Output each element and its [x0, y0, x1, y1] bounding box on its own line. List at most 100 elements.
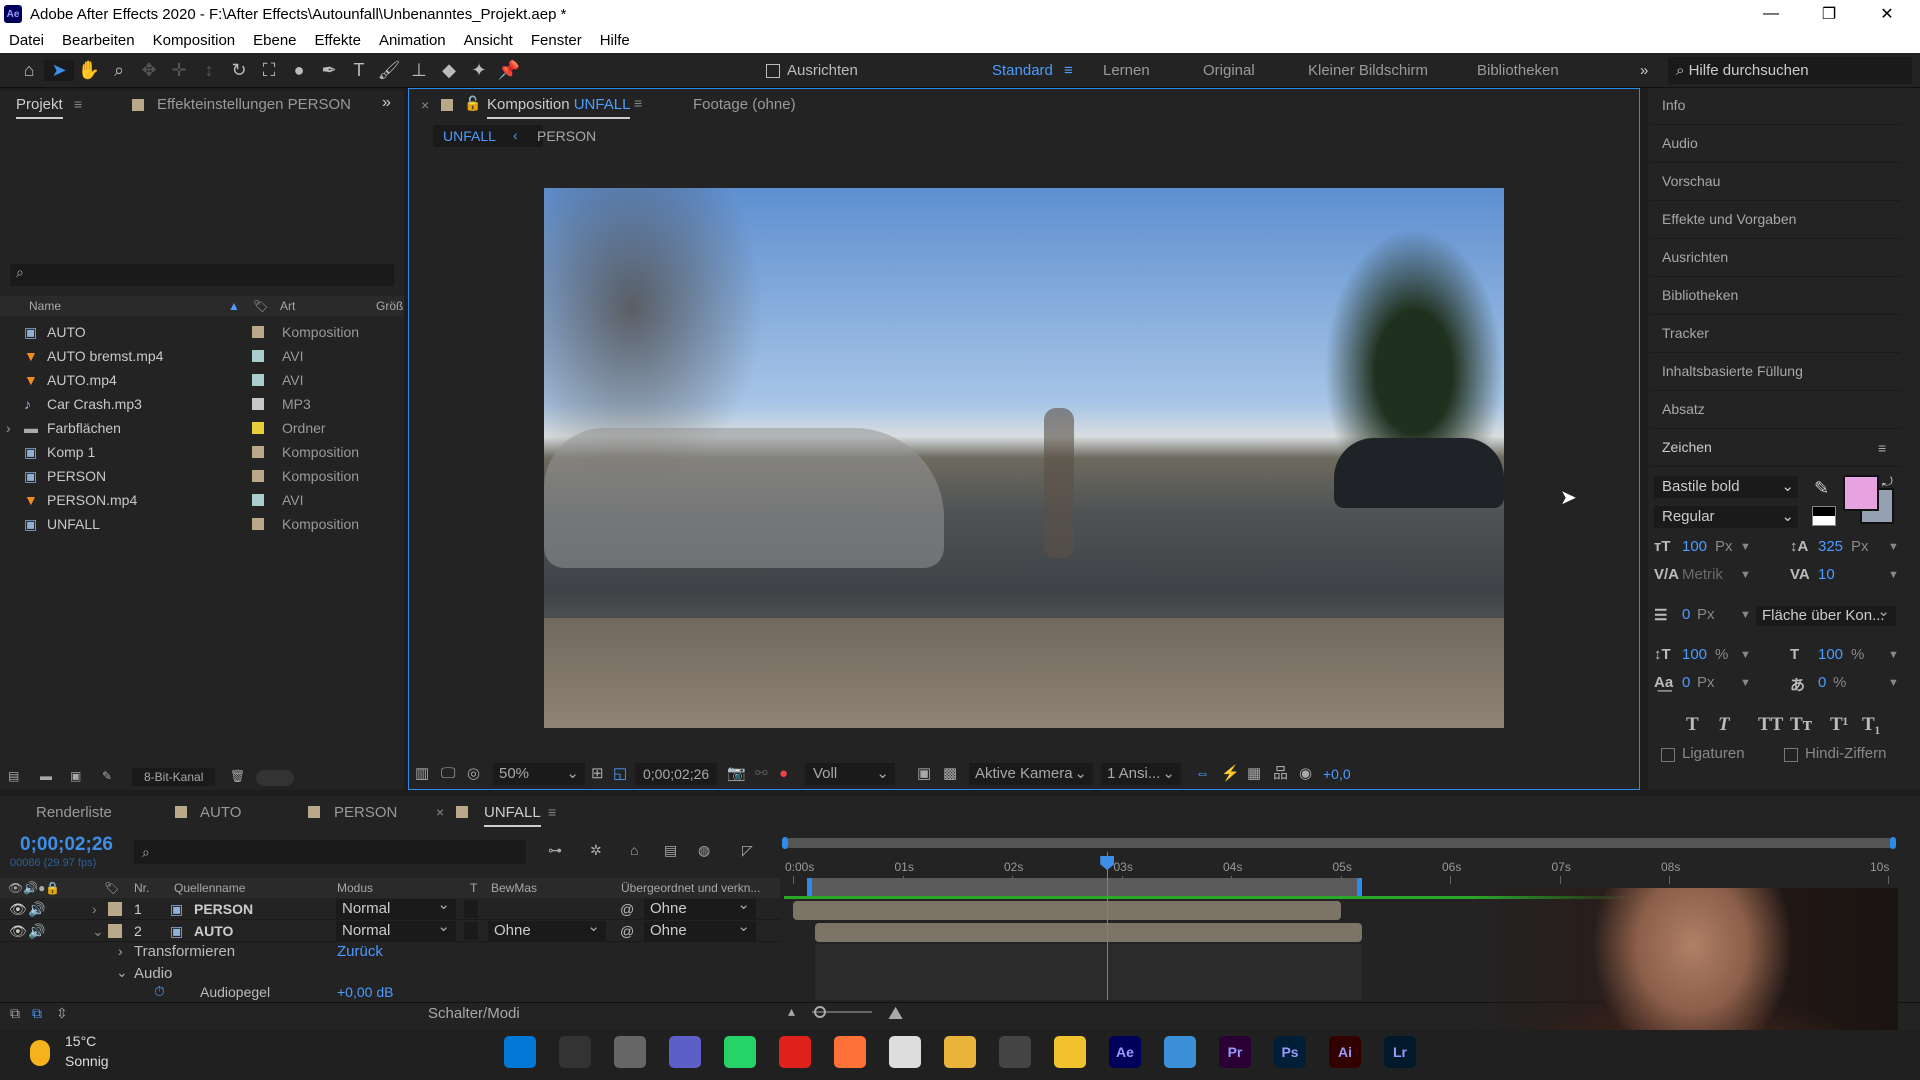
taskbar-app-6[interactable]: [834, 1036, 866, 1068]
navigator-end-handle[interactable]: [1890, 837, 1896, 849]
close-tab-icon[interactable]: ×: [421, 97, 429, 113]
hand-tool-icon[interactable]: ✋: [74, 60, 104, 81]
home-icon[interactable]: ⌂: [14, 60, 44, 81]
composition-flowchart-icon[interactable]: ⊶: [548, 842, 562, 859]
tab-composition[interactable]: Komposition UNFALL: [487, 96, 631, 119]
menu-fenster[interactable]: Fenster: [522, 32, 591, 49]
hindi-digits-checkbox[interactable]: [1784, 748, 1798, 762]
ligatures-checkbox[interactable]: [1661, 748, 1675, 762]
dropdown-arrow-icon[interactable]: ▼: [1740, 541, 1751, 553]
panel-section-5[interactable]: Bibliotheken: [1662, 287, 1738, 303]
label-color-swatch[interactable]: [252, 398, 264, 410]
panel-menu-icon[interactable]: ≡: [634, 95, 642, 111]
grid-icon[interactable]: ⊞: [591, 759, 604, 789]
show-snapshot-icon[interactable]: ⚯: [755, 759, 768, 789]
label-color-swatch[interactable]: [252, 518, 264, 530]
weather-condition[interactable]: Sonnig: [65, 1053, 109, 1069]
track-matte-dropdown[interactable]: Ohne: [488, 917, 606, 941]
project-item[interactable]: ▼ AUTO.mp4 AVI: [0, 368, 400, 392]
restore-button[interactable]: ❐: [1800, 0, 1858, 28]
ellipse-tool-icon[interactable]: ●: [284, 60, 314, 81]
stroke-mode-dropdown[interactable]: Fläche über Kon...: [1756, 602, 1896, 626]
trash-icon[interactable]: 🗑: [230, 769, 245, 783]
menu-effekte[interactable]: Effekte: [306, 32, 370, 49]
frame-blending-icon[interactable]: ▤: [664, 842, 677, 859]
expand-chevron-icon[interactable]: ›: [6, 416, 11, 440]
graph-editor-icon[interactable]: ◸: [742, 842, 753, 859]
panel-menu-icon[interactable]: ≡: [548, 804, 556, 820]
shy-layers-icon[interactable]: ⌂: [630, 842, 638, 858]
timeline-search-input[interactable]: ⌕: [134, 840, 526, 864]
help-search-input[interactable]: ⌕ Hilfe durchsuchen: [1668, 57, 1912, 84]
channels-icon[interactable]: ●: [779, 759, 788, 789]
dolly-tool-icon[interactable]: ↕: [194, 60, 224, 81]
horizontal-scale-field[interactable]: T 100% ▼: [1790, 646, 1920, 668]
dropdown-arrow-icon[interactable]: ▼: [1888, 569, 1899, 581]
sort-ascending-icon[interactable]: ▲: [228, 296, 240, 316]
brush-tool-icon[interactable]: 🖌: [374, 60, 404, 81]
column-t[interactable]: T: [470, 878, 477, 898]
fill-color-swatch[interactable]: [1843, 475, 1879, 511]
taskbar-app-7[interactable]: [889, 1036, 921, 1068]
taskbar-app-13[interactable]: Pr: [1219, 1036, 1251, 1068]
reset-exposure-icon[interactable]: ◉: [1299, 759, 1312, 789]
stopwatch-icon[interactable]: ⏱: [154, 983, 165, 1000]
interpret-footage-icon[interactable]: ▤: [8, 769, 19, 783]
column-name[interactable]: Name: [29, 296, 61, 316]
zoom-in-icon[interactable]: ⛰: [888, 1003, 903, 1024]
taskbar-app-1[interactable]: [559, 1036, 591, 1068]
label-color-swatch[interactable]: [252, 350, 264, 362]
column-modus[interactable]: Modus: [337, 878, 373, 898]
label-color-swatch[interactable]: [252, 326, 264, 338]
font-style-dropdown[interactable]: Regular ⌄: [1654, 506, 1798, 528]
visibility-eye-icon[interactable]: 👁: [9, 920, 27, 942]
views-dropdown[interactable]: 1 Ansi... ⌄: [1101, 763, 1181, 785]
in-out-icon[interactable]: ⇳: [56, 1005, 68, 1022]
dropdown-arrow-icon[interactable]: ▼: [1740, 609, 1751, 621]
label-color-swatch[interactable]: [252, 374, 264, 386]
taskbar-app-14[interactable]: Ps: [1274, 1036, 1306, 1068]
time-navigator[interactable]: [784, 838, 1896, 848]
breadcrumb-unfall[interactable]: UNFALL: [443, 128, 496, 144]
tsume-field[interactable]: あ 0% ▼: [1790, 674, 1920, 696]
thumbnail-slider[interactable]: [256, 770, 294, 786]
swap-colors-icon[interactable]: ⤾: [1882, 474, 1893, 490]
taskbar-app-16[interactable]: Lr: [1384, 1036, 1416, 1068]
bit-depth-button[interactable]: 8-Bit-Kanal: [132, 768, 216, 786]
baseline-shift-field[interactable]: A͟a 0 Px ▼: [1654, 674, 1784, 696]
more-workspaces-icon[interactable]: »: [1640, 53, 1648, 88]
panel-section-0[interactable]: Info: [1662, 97, 1685, 113]
taskbar-app-8[interactable]: [944, 1036, 976, 1068]
project-item[interactable]: ▼ AUTO bremst.mp4 AVI: [0, 344, 400, 368]
workspace-menu-icon[interactable]: ≡: [1064, 53, 1073, 88]
orbit-tool-icon[interactable]: ✥: [134, 60, 164, 81]
eyedropper-icon[interactable]: ✎: [1814, 478, 1829, 499]
taskbar-app-5[interactable]: [779, 1036, 811, 1068]
audio-speaker-icon[interactable]: 🔊: [28, 898, 45, 920]
timeline-timecode[interactable]: 0;00;02;26: [20, 834, 113, 856]
workspace-original[interactable]: Original: [1203, 53, 1255, 88]
all-caps-button[interactable]: TT: [1758, 714, 1783, 736]
panel-section-2[interactable]: Vorschau: [1662, 173, 1720, 189]
tab-unfall[interactable]: UNFALL: [484, 804, 541, 827]
taskbar-app-9[interactable]: [999, 1036, 1031, 1068]
font-family-dropdown[interactable]: Bastile bold ⌄: [1654, 476, 1798, 498]
small-caps-button[interactable]: Tт: [1790, 714, 1812, 736]
preserve-transparency-toggle[interactable]: [464, 922, 478, 940]
layer-bar[interactable]: [793, 901, 1341, 920]
layer-switches-icon[interactable]: ⧉: [10, 1005, 20, 1022]
property-audiopegel[interactable]: Audiopegel: [200, 984, 270, 1000]
anchor-tool-icon[interactable]: ⛶: [254, 60, 284, 81]
flowchart-icon[interactable]: 品: [1273, 759, 1288, 789]
lock-icon[interactable]: 🔓: [464, 95, 481, 112]
zoom-dropdown[interactable]: 50% ⌄: [493, 763, 585, 785]
dropdown-arrow-icon[interactable]: ▼: [1740, 649, 1751, 661]
always-preview-icon[interactable]: ▥: [415, 759, 429, 789]
monitor-icon[interactable]: 🖵: [441, 759, 455, 789]
taskbar-app-15[interactable]: Ai: [1329, 1036, 1361, 1068]
pick-whip-icon[interactable]: @: [620, 920, 634, 942]
menu-animation[interactable]: Animation: [370, 32, 455, 49]
column-quellenname[interactable]: Quellenname: [174, 878, 245, 898]
rotate-tool-icon[interactable]: ↻: [224, 60, 254, 81]
collapse-chevron-icon[interactable]: ⌄: [92, 920, 104, 942]
